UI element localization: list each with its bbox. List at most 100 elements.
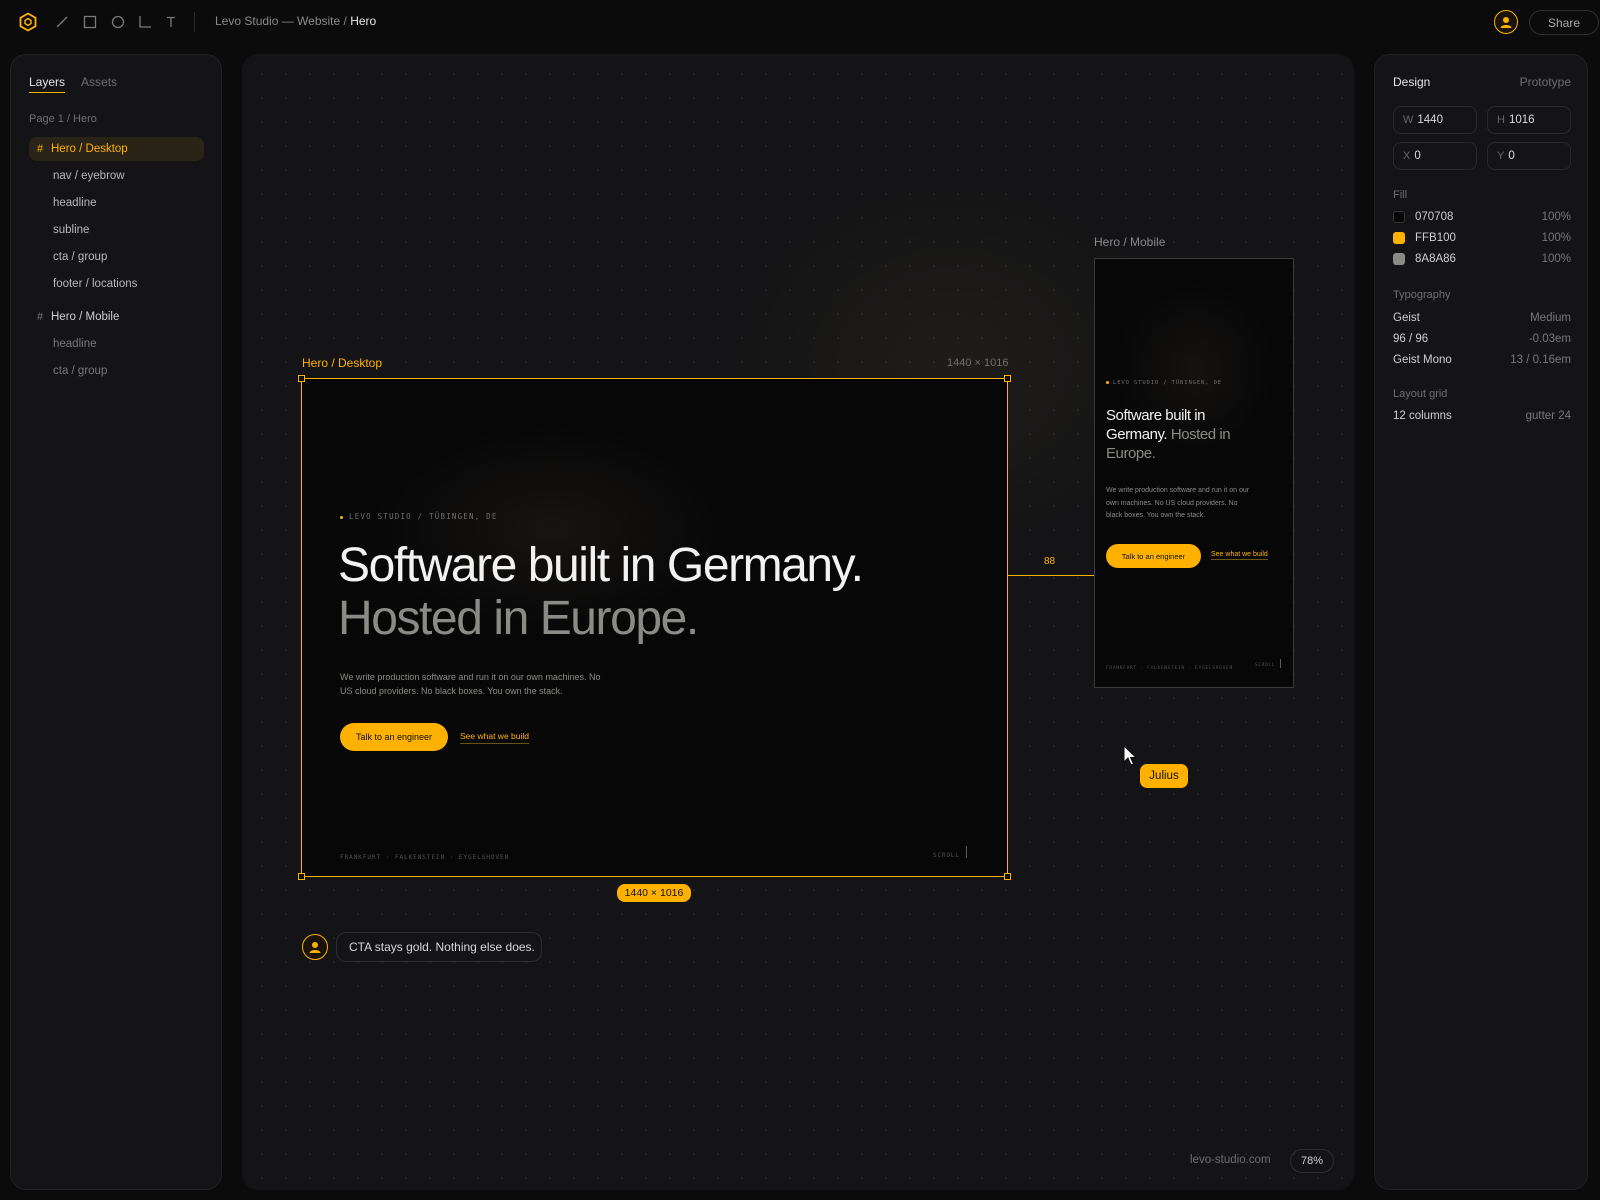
fill-section-label: Fill bbox=[1393, 189, 1408, 201]
line-tool-icon[interactable] bbox=[54, 14, 70, 30]
y-key: Y bbox=[1497, 150, 1505, 162]
resize-handle-tl[interactable] bbox=[298, 375, 305, 382]
layer-label: subline bbox=[53, 224, 90, 236]
layer-label: cta / group bbox=[53, 251, 108, 263]
scroll-indicator: SCROLL bbox=[933, 852, 960, 859]
typography-row[interactable]: 96 / 96 -0.03em bbox=[1393, 333, 1571, 345]
layer-label: headline bbox=[53, 197, 97, 209]
x-value: 0 bbox=[1414, 150, 1421, 162]
layer-label: Hero / Desktop bbox=[51, 143, 128, 155]
mobile-subline-line-1: We write production software and run it … bbox=[1106, 487, 1250, 494]
fill-row[interactable]: 070708 100% bbox=[1393, 211, 1571, 223]
hero-subline: We write production software and run it … bbox=[340, 670, 640, 698]
toolbar-divider bbox=[194, 12, 195, 32]
mobile-headline-line-2a: Germany. bbox=[1106, 426, 1168, 443]
y-field[interactable]: Y0 bbox=[1487, 142, 1571, 170]
comment-avatar-icon[interactable] bbox=[302, 934, 328, 960]
layer-footer-locations[interactable]: footer / locations bbox=[29, 272, 204, 296]
hero-eyebrow: LEVO STUDIO / TÜBINGEN, DE bbox=[340, 512, 498, 521]
tab-design[interactable]: Design bbox=[1393, 75, 1430, 89]
hero-headline: Software built in Germany. Hosted in Eur… bbox=[338, 539, 864, 645]
desktop-frame-label[interactable]: Hero / Desktop bbox=[302, 356, 382, 370]
breadcrumb-current: Hero bbox=[350, 14, 377, 28]
typography-value: 13 / 0.16em bbox=[1510, 354, 1571, 366]
typography-row[interactable]: Geist Mono 13 / 0.16em bbox=[1393, 354, 1571, 366]
layer-hero-mobile[interactable]: # Hero / Mobile bbox=[29, 305, 204, 329]
selection-size-badge: 1440 × 1016 bbox=[617, 884, 691, 902]
gap-measure-label: 88 bbox=[1044, 556, 1056, 567]
rectangle-tool-icon[interactable] bbox=[82, 14, 98, 30]
fill-hex: 8A8A86 bbox=[1415, 253, 1456, 266]
eyebrow-dot-icon bbox=[340, 515, 343, 519]
text-tool-icon[interactable] bbox=[163, 14, 179, 30]
fill-row[interactable]: FFB100 100% bbox=[1393, 232, 1571, 244]
see-what-we-build-link[interactable]: See what we build bbox=[460, 731, 529, 744]
user-avatar-icon[interactable] bbox=[1494, 10, 1518, 34]
mobile-cta-button[interactable]: Talk to an engineer bbox=[1106, 544, 1201, 568]
comment-bubble[interactable]: CTA stays gold. Nothing else does. bbox=[336, 932, 542, 962]
layer-mobile-cta-group[interactable]: cta / group bbox=[29, 359, 204, 383]
x-key: X bbox=[1403, 150, 1411, 162]
layer-subline[interactable]: subline bbox=[29, 218, 204, 242]
fill-row[interactable]: 8A8A86 100% bbox=[1393, 253, 1571, 265]
mobile-hero-headline: Software built in Germany. Hosted in Eur… bbox=[1106, 406, 1231, 463]
typography-section-label: Typography bbox=[1393, 289, 1451, 301]
resize-handle-br[interactable] bbox=[1004, 873, 1011, 880]
width-key: W bbox=[1403, 114, 1414, 126]
ellipse-tool-icon[interactable] bbox=[110, 14, 126, 30]
frame-hash-icon: # bbox=[37, 311, 44, 323]
page-label[interactable]: Page 1 / Hero bbox=[29, 113, 97, 125]
share-button[interactable]: Share bbox=[1529, 10, 1599, 35]
resize-handle-bl[interactable] bbox=[298, 873, 305, 880]
layer-headline[interactable]: headline bbox=[29, 191, 204, 215]
layers-panel-tabs: Layers Assets bbox=[29, 75, 117, 93]
layer-label: Hero / Mobile bbox=[51, 311, 120, 323]
hero-desktop-frame[interactable]: LEVO STUDIO / TÜBINGEN, DE Software buil… bbox=[302, 379, 1007, 876]
layer-nav-eyebrow[interactable]: nav / eyebrow bbox=[29, 164, 204, 188]
height-value: 1016 bbox=[1508, 114, 1535, 126]
mobile-subline-line-2: own machines. No US cloud providers. No bbox=[1106, 499, 1238, 507]
height-field[interactable]: H 1016 bbox=[1487, 106, 1571, 134]
resize-handle-tr[interactable] bbox=[1004, 375, 1011, 382]
x-field[interactable]: X0 bbox=[1393, 142, 1477, 170]
fill-swatch[interactable] bbox=[1393, 253, 1405, 265]
mobile-see-what-we-build-link[interactable]: See what we build bbox=[1211, 551, 1268, 560]
cursor-icon bbox=[1123, 744, 1139, 767]
mobile-headline-line-3: Europe. bbox=[1106, 445, 1156, 462]
logo-icon[interactable] bbox=[18, 12, 38, 32]
desktop-frame-size: 1440 × 1016 bbox=[947, 357, 1009, 369]
typography-row[interactable]: Geist Medium bbox=[1393, 312, 1571, 324]
fill-swatch[interactable] bbox=[1393, 211, 1405, 223]
scroll-indicator-line bbox=[966, 846, 967, 858]
footer-locations: FRANKFURT · FALKENSTEIN · EYGELSHOVEN bbox=[340, 854, 510, 861]
layer-hero-desktop[interactable]: # Hero / Desktop bbox=[29, 137, 204, 161]
tab-layers[interactable]: Layers bbox=[29, 75, 66, 93]
frame-tool-icon[interactable] bbox=[137, 14, 153, 30]
subline-line-2: US cloud providers. No black boxes. You … bbox=[340, 686, 563, 696]
hero-mobile-frame[interactable]: LEVO STUDIO / TÜBINGEN, DE Software buil… bbox=[1094, 258, 1294, 688]
cta-button[interactable]: Talk to an engineer bbox=[340, 723, 448, 751]
zoom-level[interactable]: 78% bbox=[1290, 1149, 1334, 1173]
fill-opacity: 100% bbox=[1541, 253, 1571, 265]
eyebrow-text: LEVO STUDIO / TÜBINGEN, DE bbox=[349, 512, 498, 521]
typography-value: Medium bbox=[1530, 312, 1571, 324]
layout-grid-row[interactable]: 12 columns gutter 24 bbox=[1393, 410, 1571, 422]
layout-grid-section-label: Layout grid bbox=[1393, 388, 1448, 400]
layer-cta-group[interactable]: cta / group bbox=[29, 245, 204, 269]
mobile-frame-label[interactable]: Hero / Mobile bbox=[1094, 235, 1165, 249]
width-field[interactable]: W 1440 bbox=[1393, 106, 1477, 134]
layer-mobile-headline[interactable]: headline bbox=[29, 332, 204, 356]
top-bar: Levo Studio — Website / Hero Share bbox=[0, 0, 1600, 44]
mobile-hero-subline: We write production software and run it … bbox=[1106, 485, 1286, 523]
fill-swatch[interactable] bbox=[1393, 232, 1405, 244]
breadcrumb[interactable]: Levo Studio — Website / Hero bbox=[215, 14, 376, 28]
tab-prototype[interactable]: Prototype bbox=[1520, 75, 1571, 89]
mobile-footer-locations: FRANKFURT · FALKENSTEIN · EYGELSHOVEN bbox=[1106, 666, 1233, 671]
mobile-hero-eyebrow: LEVO STUDIO / TÜBINGEN, DE bbox=[1106, 380, 1222, 386]
layer-label: footer / locations bbox=[53, 278, 138, 290]
gap-measure-line bbox=[1008, 575, 1094, 576]
typography-name: 96 / 96 bbox=[1393, 333, 1429, 345]
tab-assets[interactable]: Assets bbox=[81, 75, 117, 93]
subline-line-1: We write production software and run it … bbox=[340, 672, 601, 682]
breadcrumb-project[interactable]: Levo Studio — Website / bbox=[215, 14, 350, 28]
